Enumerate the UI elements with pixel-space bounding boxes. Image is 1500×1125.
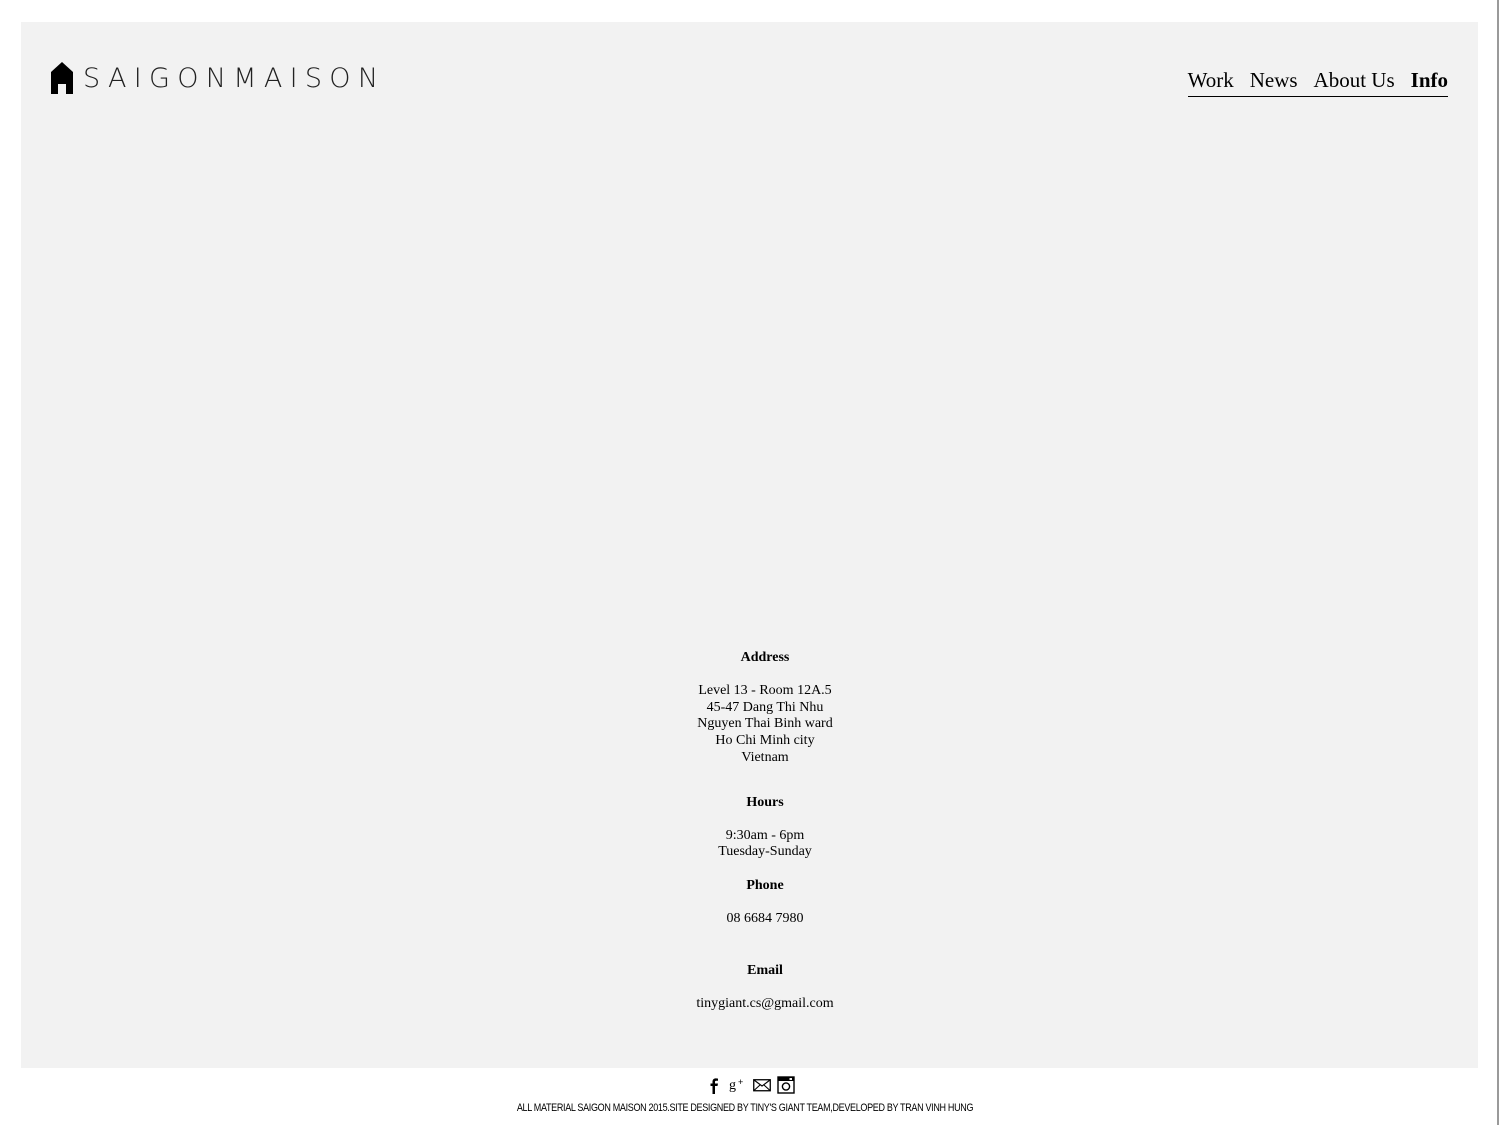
svg-text:g: g	[729, 1078, 736, 1093]
facebook-icon[interactable]	[705, 1076, 723, 1094]
address-heading: Address	[740, 650, 790, 665]
address-line: Level 13 - Room 12A.5	[698, 682, 832, 698]
scrollbar-edge	[1497, 0, 1499, 1125]
nav-item-info[interactable]: Info	[1411, 66, 1448, 95]
google-plus-icon[interactable]: g +	[729, 1076, 747, 1094]
nav-item-about-us[interactable]: About Us	[1314, 66, 1395, 95]
email-value[interactable]: tinygiant.cs@gmail.com	[665, 996, 865, 1013]
email-heading: Email	[747, 962, 783, 978]
copyright-text: ALL MATERIAL SAIGON MAISON 2015.SITE DES…	[516, 1102, 974, 1114]
hours-heading: Hours	[746, 794, 784, 810]
house-icon	[51, 62, 73, 94]
address-line: Ho Chi Minh city	[715, 733, 815, 749]
main-nav: Work News About Us Info	[1187, 66, 1448, 98]
instagram-icon[interactable]	[777, 1076, 795, 1094]
phone-value: 08 6684 7980	[726, 910, 804, 926]
nav-item-work[interactable]: Work	[1188, 66, 1234, 95]
address-line: 45-47 Dang Thi Nhu	[706, 699, 824, 715]
brand-name: SAIGONMAISON	[83, 62, 386, 94]
svg-text:+: +	[738, 1077, 743, 1087]
social-links: g +	[705, 1076, 795, 1094]
phone-heading: Phone	[746, 878, 784, 894]
hours-line: Tuesday-Sunday	[718, 844, 812, 860]
page: SAIGONMAISON Work News About Us Info Add…	[0, 0, 1500, 1125]
mail-icon[interactable]	[753, 1076, 771, 1094]
content-panel: SAIGONMAISON Work News About Us Info Add…	[21, 22, 1478, 1068]
address-line: Vietnam	[741, 749, 789, 765]
site-logo[interactable]: SAIGONMAISON	[49, 54, 385, 102]
nav-item-news[interactable]: News	[1250, 66, 1298, 95]
address-line: Nguyen Thai Binh ward	[697, 716, 833, 732]
hours-line: 9:30am - 6pm	[725, 827, 805, 843]
contact-info: Address Level 13 - Room 12A.5 45-47 Dang…	[665, 650, 865, 1012]
